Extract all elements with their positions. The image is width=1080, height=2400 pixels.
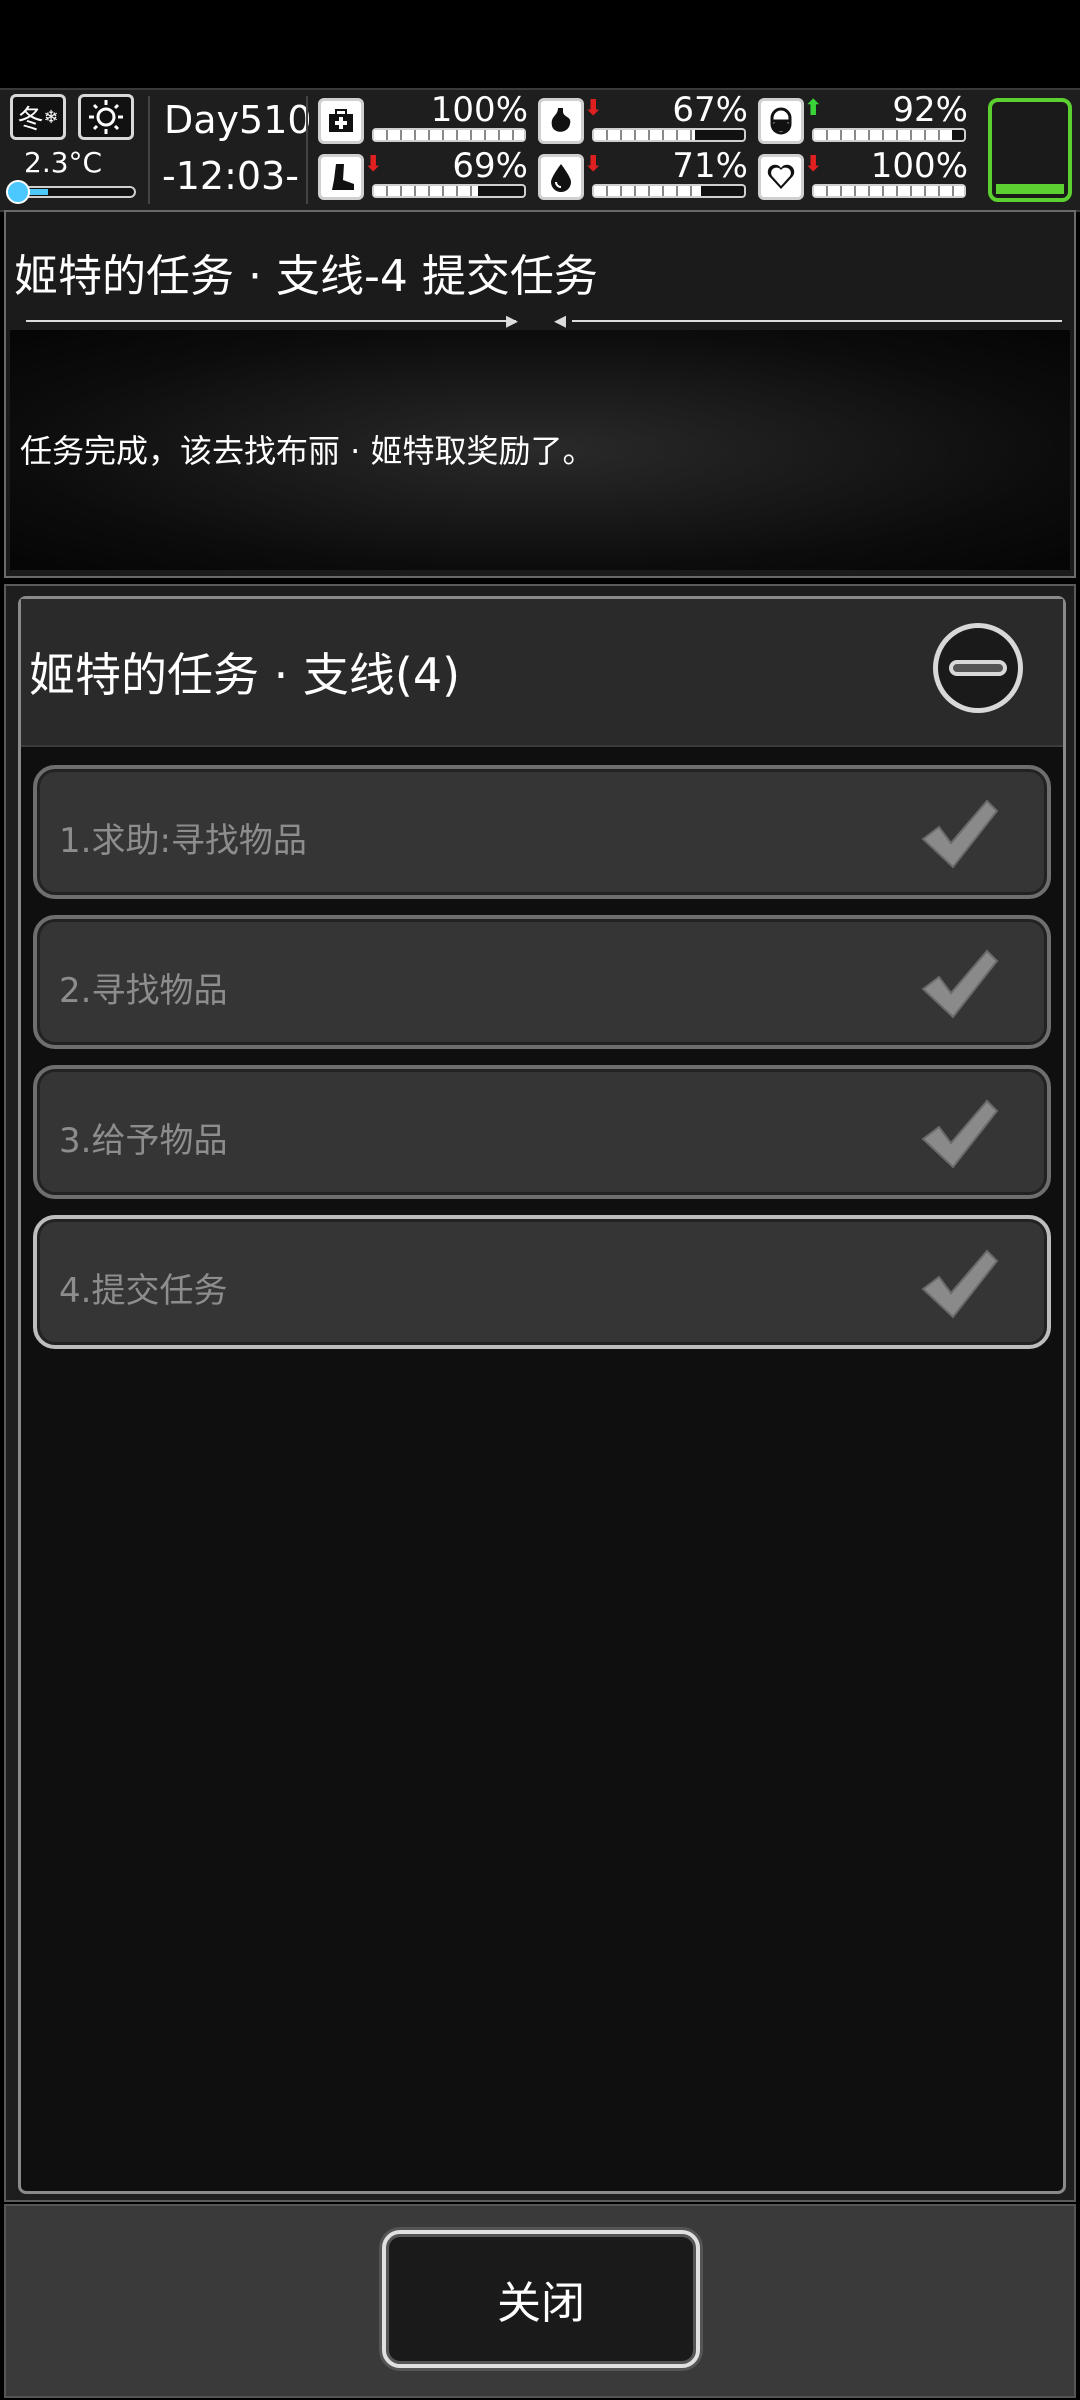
battery-icon[interactable] xyxy=(988,98,1072,202)
season-winter-icon: 冬 ❄ xyxy=(10,94,66,140)
water-drop-icon xyxy=(538,154,584,200)
quest-title: 姬特的任务 · 支线-4 提交任务 xyxy=(14,251,598,302)
stamina-bar-fill xyxy=(374,186,478,196)
quest-description: 任务完成，该去找布丽 · 姬特取奖励了。 xyxy=(20,432,595,470)
stamina-value: 69% xyxy=(452,146,528,186)
hud-divider xyxy=(148,96,150,204)
sun-icon xyxy=(78,94,134,140)
quest-step-label: 2.寻找物品 xyxy=(59,971,228,1011)
close-button[interactable]: 关闭 xyxy=(382,2230,700,2368)
arrow-up-icon: ⬆ xyxy=(804,96,823,121)
health-bar-fill xyxy=(374,130,524,140)
mood-bar xyxy=(812,128,966,142)
hud-divider xyxy=(306,96,308,204)
stomach-icon xyxy=(538,98,584,144)
day-counter: Day510 xyxy=(164,98,312,142)
quest-step-item[interactable]: 2.寻找物品 xyxy=(33,915,1051,1049)
quest-step-item[interactable]: 3.给予物品 xyxy=(33,1065,1051,1199)
quest-list[interactable]: 姬特的任务 · 支线(4) 1.求助:寻找物品 2.寻找物品 3.给予物品 4.提交任… xyxy=(18,596,1066,2194)
quest-step-label: 1.求助:寻找物品 xyxy=(59,821,307,861)
title-divider-left xyxy=(26,320,516,322)
hunger-value: 67% xyxy=(672,90,748,130)
arrow-down-icon: ⬇ xyxy=(584,152,603,177)
leg-icon xyxy=(318,154,364,200)
thirst-value: 71% xyxy=(672,146,748,186)
quest-step-item[interactable]: 4.提交任务 xyxy=(33,1215,1051,1349)
thirst-bar xyxy=(592,184,746,198)
checkmark-icon xyxy=(917,943,1001,1027)
quest-step-label: 3.给予物品 xyxy=(59,1121,228,1161)
quest-step-label: 4.提交任务 xyxy=(59,1271,228,1311)
quest-step-item[interactable]: 1.求助:寻找物品 xyxy=(33,765,1051,899)
heart-icon xyxy=(758,154,804,200)
arrow-down-icon: ⬇ xyxy=(584,96,603,121)
stamina-bar xyxy=(372,184,526,198)
heart-value: 100% xyxy=(870,146,968,186)
heart-bar-fill xyxy=(814,186,964,196)
quest-list-panel: 姬特的任务 · 支线(4) 1.求助:寻找物品 2.寻找物品 3.给予物品 4.提交任… xyxy=(4,584,1076,2202)
medkit-icon xyxy=(318,98,364,144)
pill-icon xyxy=(758,98,804,144)
thirst-bar-fill xyxy=(594,186,701,196)
quest-description-box: 任务完成，该去找布丽 · 姬特取奖励了。 xyxy=(10,330,1070,570)
hunger-bar-fill xyxy=(594,130,695,140)
mood-bar-fill xyxy=(814,130,952,140)
hunger-bar xyxy=(592,128,746,142)
quest-group-title: 姬特的任务 · 支线(4) xyxy=(29,648,461,702)
status-hud: 冬 ❄ 2.3°C Day510 -12:03- 100% ⬇ 67% ⬆ 92% ⬇ 69%… xyxy=(0,88,1080,212)
thermometer-bulb-icon xyxy=(6,180,30,204)
collapse-button[interactable] xyxy=(933,623,1023,713)
quest-group-header[interactable]: 姬特的任务 · 支线(4) xyxy=(21,599,1063,747)
season-label: 冬 xyxy=(17,104,44,135)
temperature-value: 2.3°C xyxy=(24,146,103,179)
title-divider-right xyxy=(572,320,1062,322)
arrow-down-icon: ⬇ xyxy=(364,152,383,177)
heart-bar xyxy=(812,184,966,198)
arrow-down-icon: ⬇ xyxy=(804,152,823,177)
checkmark-icon xyxy=(917,1093,1001,1177)
health-bar xyxy=(372,128,526,142)
checkmark-icon xyxy=(917,793,1001,877)
mood-value: 92% xyxy=(892,90,968,130)
footer-bar: 关闭 xyxy=(4,2204,1076,2398)
battery-level-fill xyxy=(996,184,1064,194)
health-value: 100% xyxy=(430,90,528,130)
game-clock: -12:03- xyxy=(162,154,299,198)
quest-detail-panel: 姬特的任务 · 支线-4 提交任务 ▸ ◂ 任务完成，该去找布丽 · 姬特取奖励… xyxy=(4,210,1076,578)
checkmark-icon xyxy=(917,1243,1001,1327)
minus-icon xyxy=(949,660,1007,676)
